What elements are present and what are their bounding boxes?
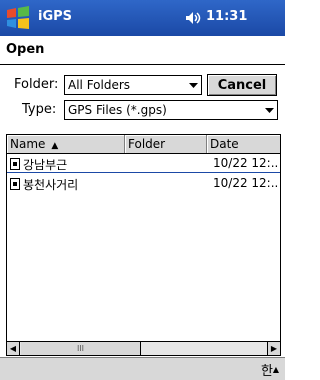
folder-label: Folder: bbox=[14, 77, 59, 92]
input-panel-button[interactable]: 한 ▲ bbox=[255, 358, 285, 380]
keyboard-icon: 한 bbox=[260, 363, 273, 379]
clock[interactable]: 11:31 bbox=[206, 9, 247, 24]
chevron-up-icon: ▲ bbox=[272, 364, 280, 374]
file-list[interactable]: Name ▲ Folder Date 강남부근 10/22 12:.. 봉천사거리… bbox=[6, 134, 281, 356]
file-date: 10/22 12:.. bbox=[213, 156, 279, 170]
scroll-right-button[interactable]: ▶ bbox=[267, 342, 280, 355]
sort-ascending-icon: ▲ bbox=[51, 141, 59, 151]
column-header-name[interactable]: Name ▲ bbox=[7, 135, 125, 153]
title-divider bbox=[0, 64, 285, 65]
type-label: Type: bbox=[22, 102, 57, 117]
column-header-folder[interactable]: Folder bbox=[125, 135, 207, 153]
speaker-icon[interactable] bbox=[184, 10, 202, 26]
page-title: Open bbox=[6, 42, 45, 57]
scroll-thumb[interactable]: III bbox=[21, 342, 141, 355]
list-item[interactable]: 강남부근 10/22 12:.. bbox=[7, 155, 280, 173]
chevron-down-icon[interactable] bbox=[262, 102, 276, 118]
folder-select-value: All Folders bbox=[68, 78, 131, 92]
cancel-button[interactable]: Cancel bbox=[207, 74, 277, 96]
file-date: 10/22 12:.. bbox=[213, 176, 279, 190]
scroll-left-button[interactable]: ◀ bbox=[7, 342, 20, 355]
type-select[interactable]: GPS Files (*.gps) bbox=[64, 100, 278, 120]
windows-start-icon[interactable] bbox=[4, 4, 32, 32]
file-name: 봉천사거리 bbox=[23, 178, 79, 192]
type-select-value: GPS Files (*.gps) bbox=[68, 103, 167, 117]
column-header-date[interactable]: Date bbox=[207, 135, 280, 153]
file-icon bbox=[10, 158, 20, 170]
folder-select[interactable]: All Folders bbox=[64, 75, 202, 95]
app-title: iGPS bbox=[38, 9, 73, 24]
list-item[interactable]: 봉천사거리 10/22 12:.. bbox=[7, 175, 280, 193]
menu-bar: 한 ▲ bbox=[0, 357, 285, 380]
list-header: Name ▲ Folder Date bbox=[7, 135, 280, 154]
chevron-down-icon[interactable] bbox=[186, 77, 200, 93]
file-name: 강남부근 bbox=[23, 158, 68, 172]
title-bar: iGPS 11:31 bbox=[0, 0, 285, 36]
file-icon bbox=[10, 178, 20, 190]
row-focus-line bbox=[7, 172, 280, 173]
horizontal-scrollbar[interactable]: ◀ III ▶ bbox=[7, 341, 280, 355]
